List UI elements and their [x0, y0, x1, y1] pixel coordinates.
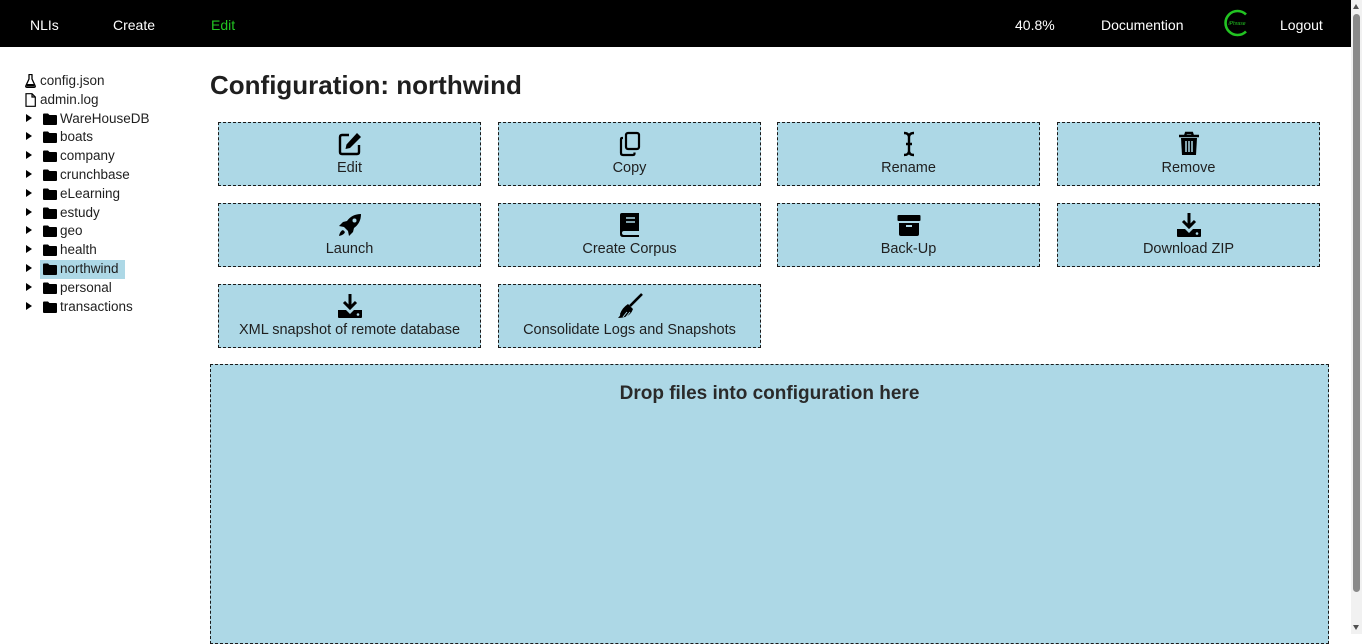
- tree-folder-personal[interactable]: personal: [24, 279, 194, 298]
- download-zip-button[interactable]: Download ZIP: [1057, 203, 1320, 267]
- copy-icon: [617, 131, 643, 157]
- folder-icon: [43, 113, 57, 125]
- folder-icon: [43, 169, 57, 181]
- expand-caret-icon[interactable]: [26, 301, 32, 310]
- tree-folder-label: geo: [60, 223, 83, 239]
- button-label: Launch: [325, 241, 374, 257]
- edit-button[interactable]: Edit: [218, 122, 481, 186]
- folder-icon: [43, 282, 57, 294]
- tree-folder-label: health: [60, 242, 97, 258]
- broom-icon: [617, 293, 643, 319]
- dropzone-label: Drop files into configuration here: [619, 383, 920, 404]
- archive-icon: [896, 212, 922, 238]
- button-label: Consolidate Logs and Snapshots: [523, 322, 736, 338]
- scrollbar-thumb[interactable]: [1353, 14, 1360, 592]
- expand-caret-icon[interactable]: [26, 263, 32, 272]
- tree-folder-label: WareHouseDB: [60, 110, 150, 126]
- tree-folder-health[interactable]: health: [24, 241, 194, 260]
- xml-snapshot-of-remote-database-button[interactable]: XML snapshot of remote database: [218, 284, 481, 348]
- tree-folder-crunchbase[interactable]: crunchbase: [24, 166, 194, 185]
- back-up-button[interactable]: Back-Up: [777, 203, 1040, 267]
- edit-icon: [337, 131, 363, 157]
- expand-caret-icon[interactable]: [26, 282, 32, 291]
- tree-folder-label: estudy: [60, 204, 100, 220]
- create-corpus-button[interactable]: Create Corpus: [498, 203, 761, 267]
- tree-folder-label: personal: [60, 279, 112, 295]
- file-dropzone[interactable]: Drop files into configuration here: [210, 364, 1329, 644]
- copy-button[interactable]: Copy: [498, 122, 761, 186]
- button-label: XML snapshot of remote database: [238, 322, 461, 338]
- button-label: Download ZIP: [1142, 241, 1235, 257]
- nav-nlis[interactable]: NLIs: [30, 0, 59, 47]
- folder-icon: [43, 131, 57, 144]
- book-icon: [617, 212, 643, 238]
- nav-create[interactable]: Create: [113, 0, 155, 47]
- expand-caret-icon[interactable]: [26, 245, 32, 254]
- consolidate-logs-and-snapshots-button[interactable]: Consolidate Logs and Snapshots: [498, 284, 761, 348]
- button-label: Copy: [612, 160, 647, 176]
- folder-icon: [43, 263, 57, 275]
- top-navbar: NLIs Create Edit 40.8% Documention iPhra…: [0, 0, 1351, 47]
- tree-file-label: admin.log: [40, 91, 99, 107]
- download-icon: [337, 293, 363, 319]
- flask-icon: [25, 74, 36, 88]
- file-icon: [25, 92, 36, 107]
- logo-text: iPhrase: [1229, 21, 1246, 27]
- expand-caret-icon[interactable]: [26, 113, 32, 122]
- expand-caret-icon[interactable]: [26, 226, 32, 235]
- tree-folder-company[interactable]: company: [24, 147, 194, 166]
- folder-icon: [43, 207, 57, 219]
- tree-folder-transactions[interactable]: transactions: [24, 298, 194, 317]
- tree-folder-estudy[interactable]: estudy: [24, 204, 194, 223]
- trash-icon: [1176, 131, 1202, 157]
- tree-folder-label: northwind: [60, 260, 119, 276]
- folder-icon: [43, 188, 57, 200]
- launch-button[interactable]: Launch: [218, 203, 481, 267]
- expand-caret-icon[interactable]: [26, 132, 32, 141]
- tree-folder-label: transactions: [60, 298, 133, 314]
- expand-caret-icon[interactable]: [26, 207, 32, 216]
- folder-icon: [43, 150, 57, 163]
- scroll-up-arrow-icon[interactable]: [1353, 4, 1359, 9]
- nav-logout[interactable]: Logout: [1280, 0, 1323, 47]
- tree-file-config[interactable]: config.json: [24, 72, 194, 91]
- tree-folder-warehousedb[interactable]: WareHouseDB: [24, 110, 194, 129]
- tree-folder-elearning[interactable]: eLearning: [24, 185, 194, 204]
- file-tree: config.json admin.log WareHouseDB boats co…: [24, 72, 194, 316]
- expand-caret-icon[interactable]: [26, 169, 32, 178]
- expand-caret-icon[interactable]: [26, 151, 32, 160]
- button-label: Create Corpus: [582, 241, 677, 257]
- folder-icon: [43, 244, 57, 257]
- tree-folder-label: boats: [60, 129, 94, 145]
- tree-folder-boats[interactable]: boats: [24, 128, 194, 147]
- expand-caret-icon[interactable]: [26, 188, 32, 197]
- button-label: Remove: [1161, 160, 1216, 176]
- tree-folder-label: company: [60, 148, 115, 164]
- page-title: Configuration: northwind: [210, 70, 522, 100]
- button-label: Back-Up: [880, 241, 937, 257]
- button-label: Edit: [337, 160, 362, 176]
- folder-icon: [43, 301, 57, 313]
- rename-button[interactable]: Rename: [777, 122, 1040, 186]
- progress-indicator: 40.8%: [1015, 17, 1055, 33]
- nav-edit[interactable]: Edit: [211, 0, 235, 47]
- logo-icon[interactable]: iPhrase: [1222, 8, 1252, 38]
- vertical-scrollbar[interactable]: [1351, 0, 1362, 634]
- button-label: Rename: [881, 160, 936, 176]
- remove-button[interactable]: Remove: [1057, 122, 1320, 186]
- tree-folder-geo[interactable]: geo: [24, 222, 194, 241]
- rocket-icon: [337, 212, 363, 238]
- tree-folder-label: crunchbase: [60, 166, 130, 182]
- text-cursor-icon: [896, 131, 922, 157]
- folder-icon: [43, 225, 57, 238]
- tree-folder-label: eLearning: [60, 185, 121, 201]
- tree-folder-northwind[interactable]: northwind: [24, 259, 194, 279]
- nav-documentation[interactable]: Documention: [1101, 0, 1184, 47]
- scroll-down-arrow-icon[interactable]: [1353, 625, 1359, 630]
- tree-file-admin-log[interactable]: admin.log: [24, 91, 194, 110]
- download-icon: [1176, 212, 1202, 238]
- tree-file-label: config.json: [40, 73, 105, 88]
